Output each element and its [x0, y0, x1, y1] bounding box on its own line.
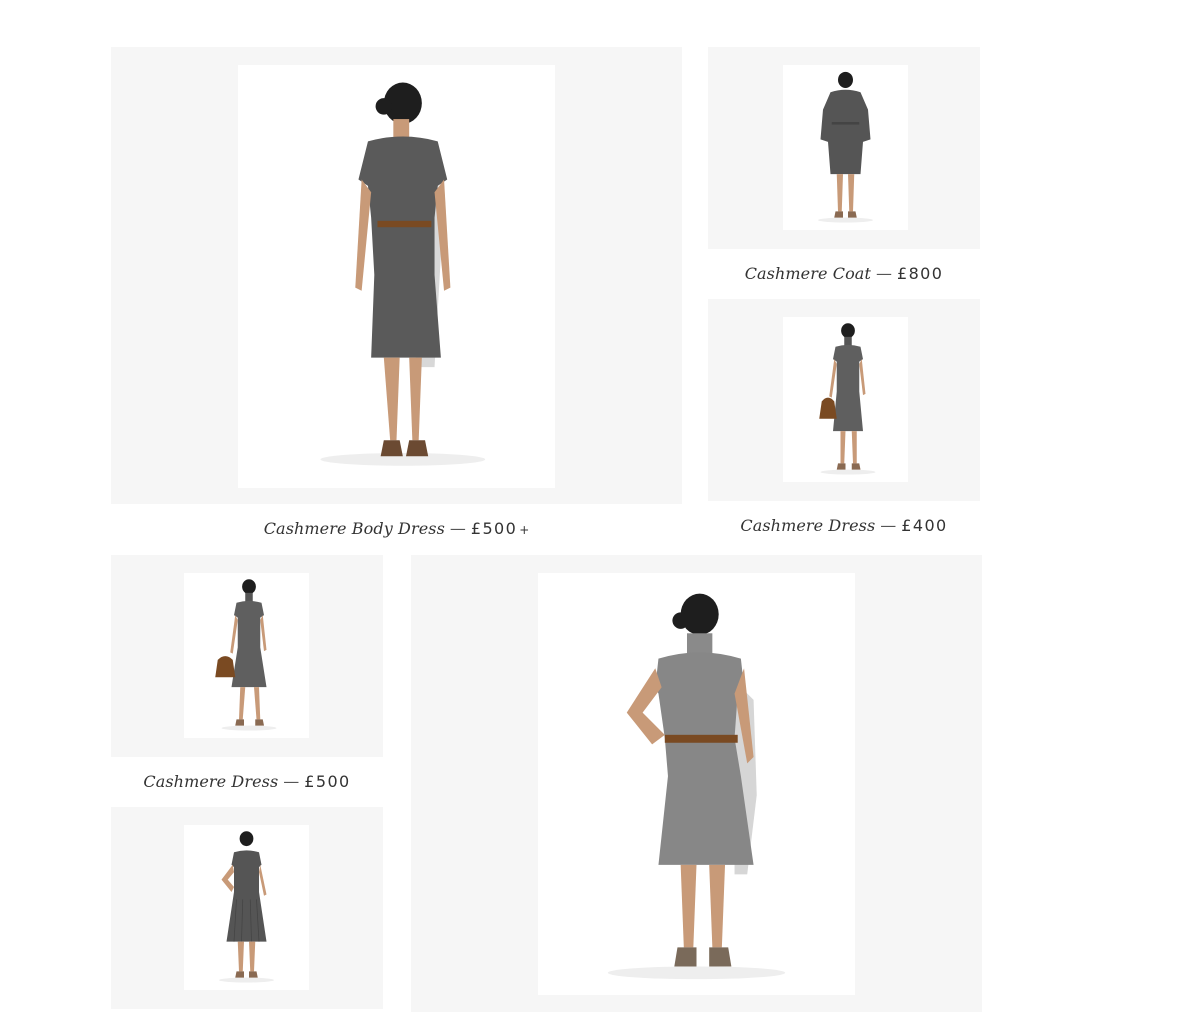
product-card-cashmere-body-dress[interactable]: Cashmere Body Dress — £500 +	[111, 47, 682, 547]
caption-separator: —	[449, 519, 466, 538]
caption-separator: —	[875, 264, 892, 283]
product-price: £400	[901, 516, 948, 535]
product-price: £500	[470, 519, 518, 538]
product-grid: Cashmere Body Dress — £500 + Cashmere Coat —…	[0, 0, 1200, 1026]
product-caption: Cashmere Dress — £500	[111, 772, 383, 791]
product-caption: Cashmere Dress — £400	[708, 516, 980, 535]
more-options-indicator: +	[519, 523, 530, 537]
product-caption: Cashmere Body Dress — £500 +	[111, 519, 682, 538]
product-photo[interactable]	[184, 573, 309, 738]
caption-separator: —	[283, 772, 300, 791]
product-card-dress-back-large[interactable]	[411, 555, 982, 1012]
product-photo[interactable]	[783, 65, 908, 230]
product-name[interactable]: Cashmere Body Dress	[264, 519, 445, 538]
product-card-cashmere-dress-500[interactable]: Cashmere Dress — £500	[111, 555, 383, 800]
woman-pleated-dress-back-view-icon	[219, 831, 274, 983]
product-name[interactable]: Cashmere Coat	[745, 264, 871, 283]
product-photo[interactable]	[184, 825, 309, 990]
woman-dress-back-view-icon	[320, 82, 486, 466]
woman-coat-back-view-icon	[818, 71, 873, 223]
product-card-cashmere-coat[interactable]: Cashmere Coat — £800	[708, 47, 980, 292]
product-caption: Cashmere Coat — £800	[708, 264, 980, 283]
product-price: £500	[304, 772, 351, 791]
product-name[interactable]: Cashmere Dress	[740, 516, 875, 535]
woman-dress-handbag-front-view-icon	[215, 579, 277, 731]
woman-sleeveless-dress-belt-back-view-icon	[607, 593, 786, 980]
woman-dress-handbag-front-view-icon	[819, 323, 876, 475]
product-card-cashmere-dress-400[interactable]: Cashmere Dress — £400	[708, 299, 980, 544]
product-card-dress-back-small[interactable]	[111, 807, 383, 1009]
product-photo[interactable]	[783, 317, 908, 482]
caption-separator: —	[880, 516, 897, 535]
product-photo[interactable]	[238, 65, 555, 488]
product-photo[interactable]	[538, 573, 855, 995]
product-price: £800	[896, 264, 944, 283]
product-name[interactable]: Cashmere Dress	[143, 772, 278, 791]
